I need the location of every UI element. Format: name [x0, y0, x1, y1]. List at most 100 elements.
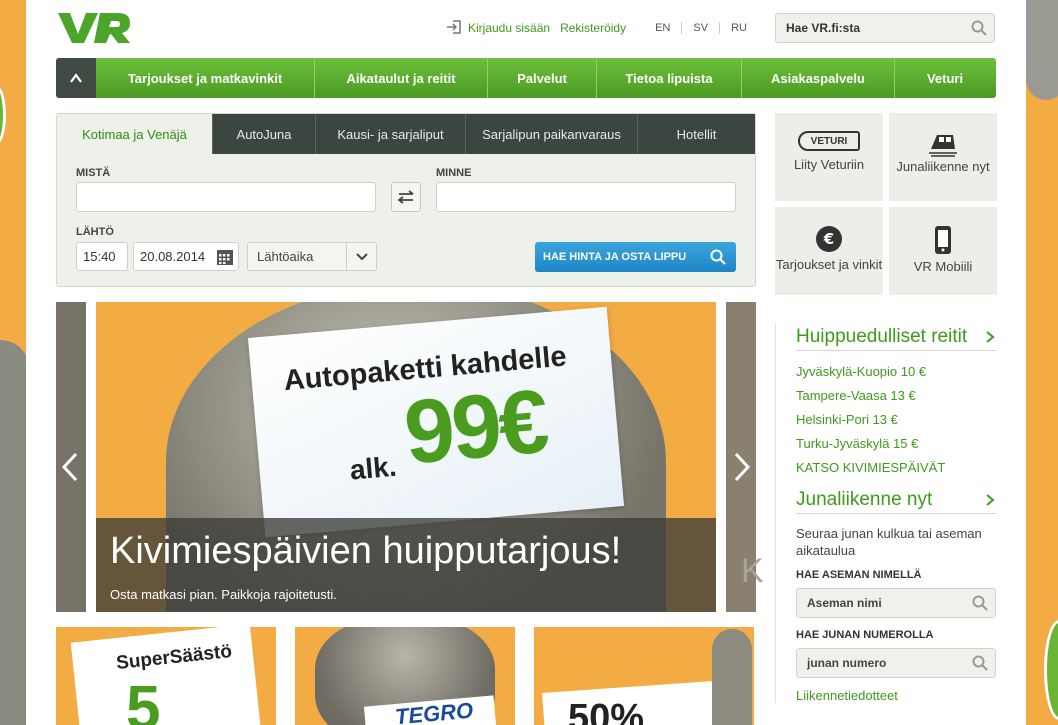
chevron-right-icon[interactable] — [733, 452, 751, 490]
tile-mobile[interactable]: VR Mobiili — [889, 207, 997, 295]
card-price: 99€ — [400, 371, 550, 484]
bulletins-link[interactable]: Liikennetiedotteet — [796, 688, 997, 703]
tab-hotels[interactable]: Hotellit — [637, 114, 755, 154]
search-icon[interactable] — [965, 655, 995, 671]
chevron-right-icon — [986, 330, 995, 343]
routes-list: Jyväskylä-Kuopio 10 € Tampere-Vaasa 13 €… — [796, 360, 997, 480]
routes-title: Huippuedulliset reitit — [796, 325, 968, 347]
booking-tabs: Kotimaa ja Venäjä AutoJuna Kausi- ja sar… — [57, 114, 755, 154]
train-search[interactable]: junan numero — [796, 648, 996, 678]
vr-logo[interactable] — [56, 10, 132, 49]
search-icon[interactable] — [964, 20, 994, 36]
tile-veturi[interactable]: VETURI Liity Veturiin — [775, 113, 883, 201]
nav-services[interactable]: Palvelut — [487, 58, 596, 98]
station-search[interactable]: Aseman nimi — [796, 588, 996, 618]
page: Kirjaudu sisään Rekisteröidy EN SV RU Ha… — [26, 0, 1026, 725]
route-link[interactable]: Jyväskylä-Kuopio 10 € — [796, 360, 997, 384]
time-type-value: Lähtöaika — [257, 249, 314, 264]
promo-fifty[interactable]: 50% — [534, 627, 754, 725]
promo-tegro[interactable]: TEGRO — [295, 627, 515, 725]
lang-en[interactable]: EN — [644, 22, 681, 34]
promo-supersaasto-number: 5 — [126, 674, 161, 725]
tile-train-traffic[interactable]: Junaliikenne nyt — [889, 113, 997, 201]
veturi-badge: VETURI — [798, 131, 860, 151]
promo-row: SuperSäästö 5 TEGRO 50% — [56, 627, 756, 725]
nav-offers[interactable]: Tarjoukset ja matkavinkit — [96, 58, 314, 98]
top-links: Kirjaudu sisään Rekisteröidy EN SV RU — [446, 19, 758, 37]
language-switcher: EN SV RU — [644, 22, 758, 34]
lang-sv[interactable]: SV — [681, 22, 719, 34]
time-field[interactable]: 15:40 — [76, 242, 128, 271]
route-link[interactable]: Turku-Jyväskylä 15 € — [796, 432, 997, 456]
site-search[interactable]: Hae VR.fi:sta — [775, 13, 995, 43]
search-icon — [710, 249, 726, 265]
train-search-label: HAE JUNAN NUMEROLLA — [796, 629, 934, 641]
mobile-icon — [935, 226, 951, 254]
train-icon — [929, 135, 957, 157]
lang-ru[interactable]: RU — [719, 22, 758, 34]
to-field[interactable] — [436, 182, 736, 212]
date-value: 20.08.2014 — [140, 249, 206, 264]
chevron-left-icon[interactable] — [61, 452, 79, 490]
search-tickets-button[interactable]: HAE HINTA JA OSTA LIPPU — [535, 242, 736, 272]
background-right — [1026, 0, 1058, 725]
kivimiespaivat-link[interactable]: KATSO KIVIMIESPÄIVÄT — [796, 456, 997, 480]
tab-season-tickets[interactable]: Kausi- ja sarjaliput — [315, 114, 465, 154]
time-type-select[interactable]: Lähtöaika — [247, 242, 377, 271]
login-icon — [446, 19, 462, 38]
from-field[interactable] — [76, 182, 376, 212]
register-link[interactable]: Rekisteröidy — [560, 21, 626, 35]
euro-icon: € — [816, 226, 842, 252]
swap-button[interactable] — [391, 182, 421, 212]
booking-widget: Kotimaa ja Venäjä AutoJuna Kausi- ja sar… — [56, 113, 756, 287]
hero-caption: Kivimiespäivien huipputarjous! Osta matk… — [96, 518, 716, 612]
promo-figure — [712, 629, 752, 725]
tile-offers[interactable]: € Tarjoukset ja vinkit — [775, 207, 883, 295]
tile-veturi-label: Liity Veturiin — [793, 157, 865, 172]
right-sidebar: Huippuedulliset reitit Jyväskylä-Kuopio … — [775, 323, 997, 703]
nav-customer-service[interactable]: Asiakaspalvelu — [741, 58, 894, 98]
tab-autojuna[interactable]: AutoJuna — [212, 114, 315, 154]
nav-veturi[interactable]: Veturi — [894, 58, 995, 98]
swap-icon — [397, 190, 414, 204]
route-link[interactable]: Helsinki-Pori 13 € — [796, 408, 997, 432]
home-icon[interactable] — [56, 58, 96, 98]
tab-domestic[interactable]: Kotimaa ja Venäjä — [57, 114, 212, 154]
hero-carousel: K Autopaketti kahdelle 99€ alk. Kivimies… — [56, 302, 764, 612]
chevron-right-icon — [986, 493, 995, 506]
tab-seat-reservation[interactable]: Sarjalipun paikanvaraus — [465, 114, 637, 154]
traffic-description: Seuraa junan kulkua tai aseman aikataulu… — [796, 526, 982, 558]
tile-offers-label: Tarjoukset ja vinkit — [775, 257, 883, 272]
tile-train-traffic-label: Junaliikenne nyt — [896, 159, 990, 174]
login-link[interactable]: Kirjaudu sisään — [468, 21, 550, 35]
next-slide-letter: K — [741, 552, 764, 590]
traffic-header[interactable]: Junaliikenne nyt — [796, 486, 997, 514]
from-label: MISTÄ — [76, 167, 111, 179]
hero-headline[interactable]: Kivimiespäivien huipputarjous! — [110, 530, 621, 573]
train-search-input[interactable]: junan numero — [797, 656, 965, 670]
depart-label: LÄHTÖ — [76, 226, 114, 238]
hero-subline: Osta matkasi pian. Paikkoja rajoitetusti… — [110, 587, 337, 602]
svg-text:€: € — [823, 230, 834, 248]
site-search-input[interactable]: Hae VR.fi:sta — [776, 21, 964, 35]
nav-timetables[interactable]: Aikataulut ja reitit — [314, 58, 487, 98]
route-link[interactable]: Tampere-Vaasa 13 € — [796, 384, 997, 408]
nav-tickets[interactable]: Tietoa lipuista — [596, 58, 741, 98]
station-search-label: HAE ASEMAN NIMELLÄ — [796, 569, 922, 581]
main-nav: Tarjoukset ja matkavinkit Aikataulut ja … — [56, 58, 996, 98]
card-prefix: alk. — [348, 450, 398, 486]
calendar-icon[interactable] — [216, 248, 234, 266]
date-field[interactable]: 20.08.2014 — [133, 242, 239, 271]
search-icon[interactable] — [965, 595, 995, 611]
background-left — [0, 0, 26, 725]
promo-supersaasto[interactable]: SuperSäästö 5 — [56, 627, 276, 725]
promo-fifty-label: 50% — [568, 697, 645, 725]
station-search-input[interactable]: Aseman nimi — [797, 596, 965, 610]
chevron-down-icon[interactable] — [346, 243, 376, 270]
offer-card: Autopaketti kahdelle 99€ alk. — [247, 306, 625, 538]
traffic-title: Junaliikenne nyt — [796, 488, 933, 510]
routes-header[interactable]: Huippuedulliset reitit — [796, 323, 997, 351]
search-tickets-label: HAE HINTA JA OSTA LIPPU — [543, 251, 687, 263]
tile-mobile-label: VR Mobiili — [913, 259, 973, 274]
to-label: MINNE — [436, 167, 472, 179]
